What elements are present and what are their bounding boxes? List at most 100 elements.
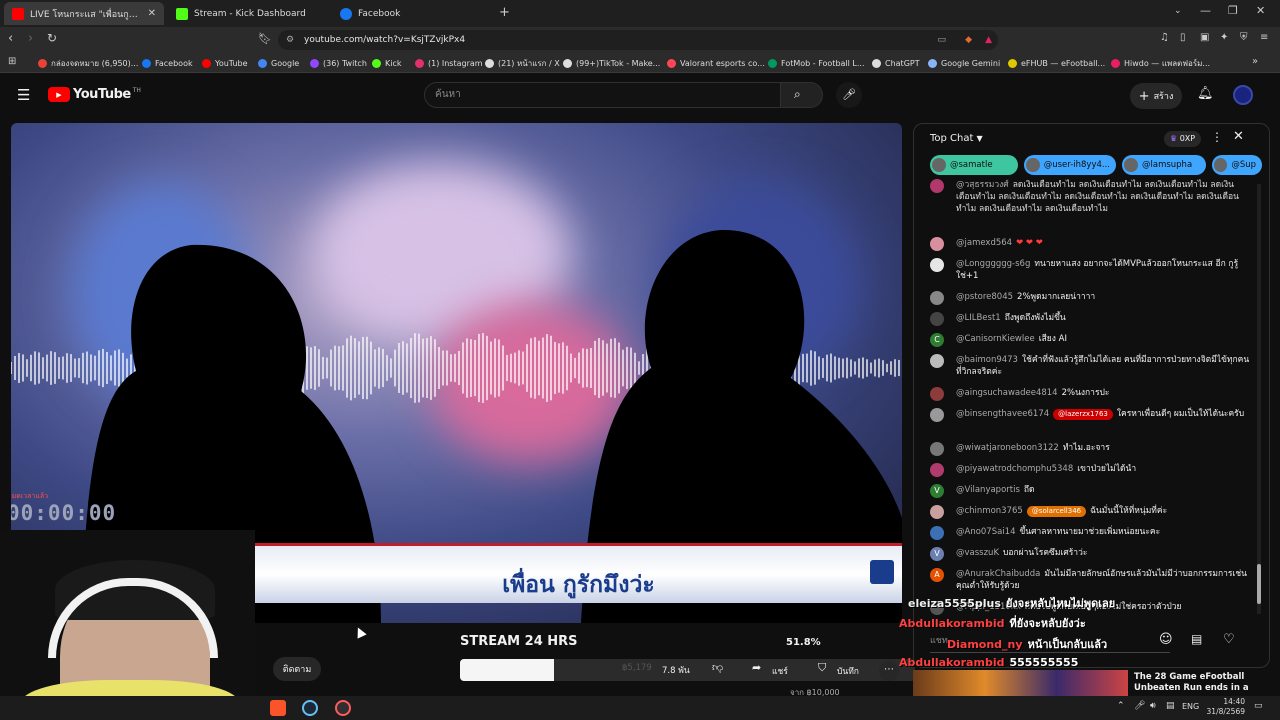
chat-message[interactable]: @baimon9473 ใช้คำที่ฟังแล้วรู้สึกไม่ได้เล… bbox=[930, 354, 1250, 378]
chat-message[interactable]: A @AnurakChaibudda มันไม่มีลายลักษณ์อักษรแ… bbox=[930, 568, 1250, 592]
chat-message[interactable]: C @CanisornKiewlee เสียง AI bbox=[930, 333, 1250, 347]
chat-more-icon[interactable]: ⋮ bbox=[1211, 130, 1223, 144]
sidebar-icon[interactable]: ▯ bbox=[1180, 32, 1186, 43]
close-chat-icon[interactable]: ✕ bbox=[1233, 129, 1244, 144]
forward-icon[interactable]: › bbox=[28, 31, 33, 46]
promo-title[interactable]: The 28 Game eFootball Unbeaten Run ends … bbox=[1134, 672, 1270, 694]
chat-author[interactable]: @Ano07Sai14 bbox=[956, 527, 1016, 537]
brave-app-icon[interactable] bbox=[270, 700, 286, 716]
pinned-supporter-chip[interactable]: @user-ih8yy4... bbox=[1024, 155, 1116, 175]
close-tab-icon[interactable]: ✕ bbox=[142, 8, 156, 19]
wallet-icon[interactable]: ▣ bbox=[1200, 32, 1209, 43]
chat-avatar[interactable] bbox=[930, 505, 944, 519]
search-button[interactable]: ⌕ bbox=[781, 82, 823, 108]
super-chat-icon[interactable]: ▤ bbox=[1191, 632, 1202, 646]
chat-avatar[interactable] bbox=[930, 354, 944, 368]
tab-kick-dashboard[interactable]: Stream - Kick Dashboard bbox=[168, 2, 328, 25]
ai-icon[interactable]: ✦ bbox=[1220, 32, 1228, 43]
bookmark-item[interactable]: (21) หน้าแรก / X bbox=[485, 56, 560, 70]
chat-avatar[interactable]: V bbox=[930, 484, 944, 498]
apps-grid-icon[interactable]: ⊞ bbox=[8, 56, 16, 67]
chat-avatar[interactable] bbox=[930, 258, 944, 272]
url-field[interactable]: ⚙ youtube.com/watch?v=KsjTZvjkPx4 ▭ ◆ ▲ bbox=[278, 30, 998, 50]
chat-avatar[interactable]: V bbox=[930, 547, 944, 561]
chat-author[interactable]: @wiwatjaroneboon3122 bbox=[956, 443, 1059, 453]
chat-scrollbar[interactable] bbox=[1257, 184, 1261, 614]
microphone-tray-icon[interactable]: 🎤︎ bbox=[1134, 701, 1145, 711]
bookmark-icon[interactable]: 🔖︎ bbox=[258, 32, 272, 45]
chat-author[interactable]: @aingsuchawadee4814 bbox=[956, 388, 1058, 398]
bookmark-item[interactable]: (36) Twitch bbox=[310, 56, 367, 70]
brave-rewards-icon[interactable]: ▲ bbox=[985, 30, 992, 50]
create-button[interactable]: + สร้าง bbox=[1130, 83, 1182, 109]
vpn-icon[interactable]: ⛨ bbox=[1240, 32, 1248, 43]
bookmark-item[interactable]: Kick bbox=[372, 56, 402, 70]
chat-avatar[interactable] bbox=[930, 291, 944, 305]
site-info-icon[interactable]: ⚙ bbox=[286, 30, 294, 50]
chat-message[interactable]: @wiwatjaroneboon3122 ทำไม.อะจาร bbox=[930, 442, 1250, 456]
chat-avatar[interactable] bbox=[930, 442, 944, 456]
chat-avatar[interactable] bbox=[930, 526, 944, 540]
chat-author[interactable]: @LILBest1 bbox=[956, 313, 1001, 323]
mention-pill[interactable]: @solarcell346 bbox=[1026, 506, 1087, 517]
points-badge[interactable]: ♛ 0XP bbox=[1164, 131, 1202, 147]
chat-message[interactable]: @Ano07Sai14 ขึ้นศาลหาทนายมาช่วยเพิ่มหน่อย… bbox=[930, 526, 1250, 540]
chat-message[interactable]: @aingsuchawadee4814 2%นงการปะ bbox=[930, 387, 1250, 401]
search-input[interactable]: ค้นหา bbox=[424, 82, 781, 108]
bookmark-item[interactable]: ChatGPT bbox=[872, 56, 920, 70]
bookmark-item[interactable]: Hiwdo — แพลตฟอร์ม... bbox=[1111, 56, 1210, 70]
speaker-tray-icon[interactable]: 🔊︎ bbox=[1150, 701, 1156, 711]
chat-author[interactable]: @vasszuK bbox=[956, 548, 999, 558]
chat-message[interactable]: @binsengthavee6174 @lazerzx1763 ใครหาเพื่อ… bbox=[930, 408, 1250, 422]
chat-message[interactable]: @วสุธรรมวงศ์ ลดเงินเดือนทำไม ลดเงินเดือนท… bbox=[930, 179, 1250, 215]
chat-author[interactable]: @chinmon3765 bbox=[956, 506, 1023, 516]
chat-avatar[interactable] bbox=[930, 179, 944, 193]
chat-message[interactable]: V @vasszuK บอกผ่านโรคซึมเศร้าว่ะ bbox=[930, 547, 1250, 561]
bookmark-item[interactable]: Google bbox=[258, 56, 299, 70]
avatar[interactable] bbox=[1233, 85, 1253, 105]
chat-author[interactable]: @Vilanyaportis bbox=[956, 485, 1020, 495]
chat-author[interactable]: @CanisornKiewlee bbox=[956, 334, 1035, 344]
back-icon[interactable]: ‹ bbox=[8, 31, 13, 46]
chat-message[interactable]: @jamexd564 ❤ ❤ ❤ bbox=[930, 237, 1250, 251]
clock-date[interactable]: 31/8/2569 bbox=[1203, 707, 1245, 716]
music-icon[interactable]: ♫ bbox=[1160, 32, 1169, 43]
menu-icon[interactable]: ≡ bbox=[1260, 32, 1268, 43]
tab-youtube-live[interactable]: LIVE โหนกระแส "เพื่อนกูรักมึงว่ะ" ✕ bbox=[4, 2, 164, 25]
chat-message[interactable]: V @Vilanyaportis ถึด bbox=[930, 484, 1250, 498]
chat-author[interactable]: @jamexd564 bbox=[956, 238, 1012, 248]
brave-shields-icon[interactable]: ◆ bbox=[965, 30, 972, 50]
obs-app-icon[interactable] bbox=[335, 700, 351, 716]
bookmark-item[interactable]: eFHUB — eFootball... bbox=[1008, 56, 1105, 70]
bookmark-item[interactable]: Facebook bbox=[142, 56, 193, 70]
share-icon[interactable]: ➦ bbox=[752, 661, 761, 674]
reload-icon[interactable]: ↻ bbox=[47, 31, 57, 45]
bookmark-item[interactable]: (99+)TikTok - Make... bbox=[563, 56, 660, 70]
maximize-icon[interactable]: ❐ bbox=[1228, 4, 1238, 17]
network-tray-icon[interactable]: ▤ bbox=[1166, 701, 1175, 711]
bookmark-item[interactable]: Valorant esports co... bbox=[667, 56, 765, 70]
bookmark-item[interactable]: (1) Instagram bbox=[415, 56, 483, 70]
bookmark-item[interactable]: YouTube bbox=[202, 56, 248, 70]
chat-author[interactable]: @piyawatrodchomphu5348 bbox=[956, 464, 1073, 474]
minimize-icon[interactable]: — bbox=[1200, 4, 1211, 17]
bookmark-item[interactable]: กล่องจดหมาย (6,950)... bbox=[38, 56, 138, 70]
chat-avatar[interactable] bbox=[930, 463, 944, 477]
chat-author[interactable]: @AnurakChaibudda bbox=[956, 569, 1040, 579]
youtube-logo[interactable]: ▶ YouTube TH bbox=[48, 87, 141, 102]
more-actions-icon[interactable]: ⋯ bbox=[879, 661, 899, 681]
chat-message[interactable]: @Longggggg-s6g ทนายหาแสง อยากจะได้MVPแล้ว… bbox=[930, 258, 1250, 282]
subscribe-button[interactable]: ติดตาม bbox=[273, 657, 321, 681]
chat-message[interactable]: @pstore8045 2%พูดมากเลยน่าาาา bbox=[930, 291, 1250, 305]
tab-list-chevron-icon[interactable]: ⌄ bbox=[1174, 6, 1182, 16]
chat-avatar[interactable]: C bbox=[930, 333, 944, 347]
chat-author[interactable]: @วสุธรรมวงศ์ bbox=[956, 180, 1009, 190]
chat-author[interactable]: @Longggggg-s6g bbox=[956, 259, 1030, 269]
chat-avatar[interactable]: A bbox=[930, 568, 944, 582]
tab-facebook[interactable]: Facebook bbox=[332, 2, 492, 25]
close-window-icon[interactable]: ✕ bbox=[1256, 4, 1265, 17]
heart-icon[interactable]: ♡ bbox=[1223, 632, 1235, 647]
notifications-bell-icon[interactable]: 🔔︎ bbox=[1197, 86, 1214, 101]
new-tab-icon[interactable]: + bbox=[499, 5, 510, 20]
pinned-supporter-chip[interactable]: @samatle bbox=[930, 155, 1018, 175]
